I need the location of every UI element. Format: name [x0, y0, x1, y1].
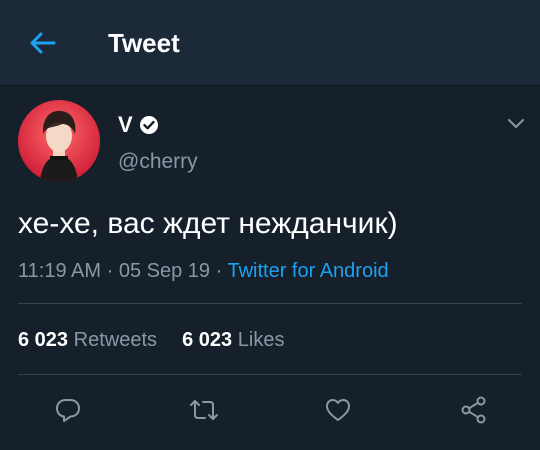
- tweet-menu-button[interactable]: [504, 112, 528, 136]
- tweet-stats: 6 023 Retweets 6 023 Likes: [18, 326, 284, 354]
- tweet-source-link[interactable]: Twitter for Android: [227, 260, 388, 282]
- likes-stat[interactable]: 6 023 Likes: [182, 326, 284, 354]
- avatar[interactable]: [18, 100, 100, 182]
- meta-separator-2: ·: [215, 260, 223, 282]
- retweets-stat[interactable]: 6 023 Retweets: [18, 326, 157, 354]
- tweet-text: хе-хе, вас ждет нежданчик): [18, 207, 398, 240]
- retweet-button[interactable]: [188, 394, 220, 426]
- meta-separator: ·: [106, 260, 114, 282]
- arrow-left-icon: [30, 32, 56, 54]
- retweet-icon: [190, 400, 218, 420]
- chevron-down-icon: [508, 119, 524, 128]
- author-name: V: [118, 112, 133, 137]
- share-icon: [461, 396, 486, 424]
- back-button[interactable]: [22, 26, 62, 60]
- reply-icon: [56, 399, 80, 422]
- share-button[interactable]: [458, 394, 490, 426]
- divider: [18, 374, 522, 375]
- tweet-time: 11:19 AM: [18, 260, 102, 282]
- author-name-row[interactable]: V: [118, 110, 159, 140]
- divider: [18, 303, 522, 304]
- avatar-image: [18, 100, 100, 182]
- tweet-actions-bar: [0, 388, 540, 432]
- reply-button[interactable]: [52, 394, 84, 426]
- likes-count: 6 023: [182, 329, 233, 351]
- likes-label: Likes: [237, 329, 285, 351]
- tweet-meta: 11:19 AM · 05 Sep 19 · Twitter for Andro…: [18, 258, 389, 284]
- like-button[interactable]: [322, 394, 354, 426]
- retweets-label: Retweets: [73, 329, 157, 351]
- author-handle[interactable]: @cherry: [118, 150, 198, 174]
- tweet-date: 05 Sep 19: [118, 260, 211, 282]
- like-icon: [326, 399, 350, 421]
- verified-badge-icon: [139, 116, 158, 134]
- retweets-count: 6 023: [18, 329, 69, 351]
- top-app-bar: Tweet: [0, 0, 540, 86]
- page-title: Tweet: [108, 28, 180, 58]
